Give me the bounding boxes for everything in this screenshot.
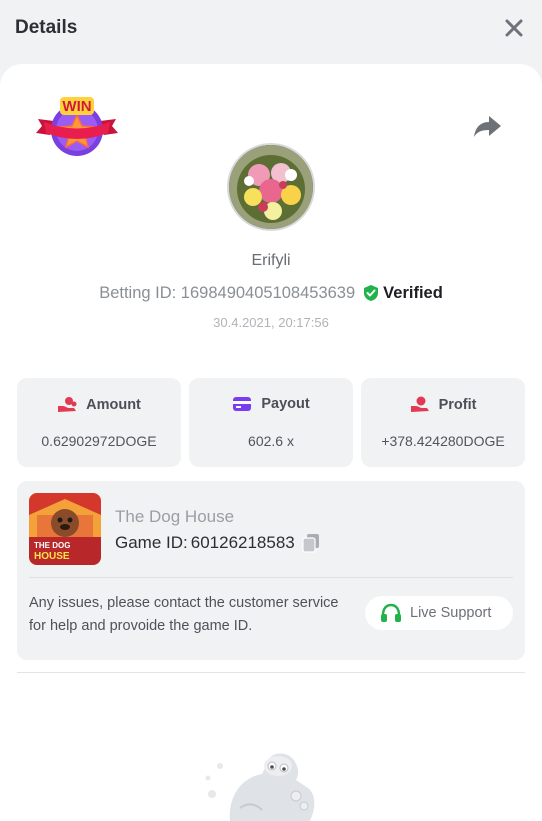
game-thumbnail[interactable]: THE DOG HOUSE <box>29 493 101 565</box>
verified-badge: Verified <box>363 284 443 303</box>
payout-value: 602.6 x <box>248 433 294 449</box>
share-icon[interactable] <box>471 112 503 140</box>
game-name: The Dog House <box>115 507 235 526</box>
profit-value: +378.424280DOGE <box>381 433 505 449</box>
profit-label: Profit <box>438 397 477 413</box>
headset-icon <box>381 603 401 622</box>
card-icon <box>233 397 252 411</box>
avatar <box>227 143 315 231</box>
verified-label: Verified <box>383 283 443 302</box>
bet-timestamp: 30.4.2021, 20:17:56 <box>213 315 329 330</box>
username: Erifyli <box>251 252 291 269</box>
amount-stat-card: Amount 0.62902972DOGE <box>17 378 181 467</box>
coin-hand-icon <box>410 396 429 412</box>
betting-id: Betting ID: 1698490405108453639 <box>99 283 356 302</box>
section-divider <box>17 672 525 673</box>
game-id-value: 60126218583 <box>190 533 295 552</box>
coins-hand-icon <box>58 397 77 412</box>
win-badge-icon: WIN <box>36 97 118 156</box>
details-header: Details <box>0 0 542 62</box>
badge-text: WIN <box>62 98 91 115</box>
live-support-button[interactable]: Live Support <box>365 596 513 630</box>
betting-id-row: Betting ID: 1698490405108453639 Verified <box>0 282 542 304</box>
payout-stat-card: Payout 602.6 x <box>189 378 353 467</box>
dog-house-game-art: THE DOG HOUSE <box>29 493 101 565</box>
game-id-label: Game ID: <box>115 533 188 552</box>
live-support-label: Live Support <box>410 605 492 621</box>
divider <box>29 577 513 578</box>
shield-check-icon <box>364 285 379 301</box>
close-button[interactable] <box>500 14 528 42</box>
payout-label: Payout <box>261 396 310 412</box>
flower-bouquet-avatar <box>229 145 313 229</box>
close-icon <box>505 19 523 37</box>
page-title: Details <box>15 17 78 38</box>
amount-value: 0.62902972DOGE <box>41 433 157 449</box>
copy-icon[interactable] <box>302 533 320 553</box>
game-id-row: Game ID: 60126218583 <box>115 533 320 553</box>
game-card: THE DOG HOUSE The Dog House Game ID: 601… <box>17 481 525 660</box>
thumb-title-line2: HOUSE <box>34 551 70 562</box>
support-notice: Any issues, please contact the customer … <box>29 595 339 634</box>
crocodile-mascot-icon <box>205 753 315 821</box>
thumb-title-line1: THE DOG <box>34 541 70 550</box>
profit-stat-card: Profit +378.424280DOGE <box>361 378 525 467</box>
amount-label: Amount <box>86 397 141 413</box>
